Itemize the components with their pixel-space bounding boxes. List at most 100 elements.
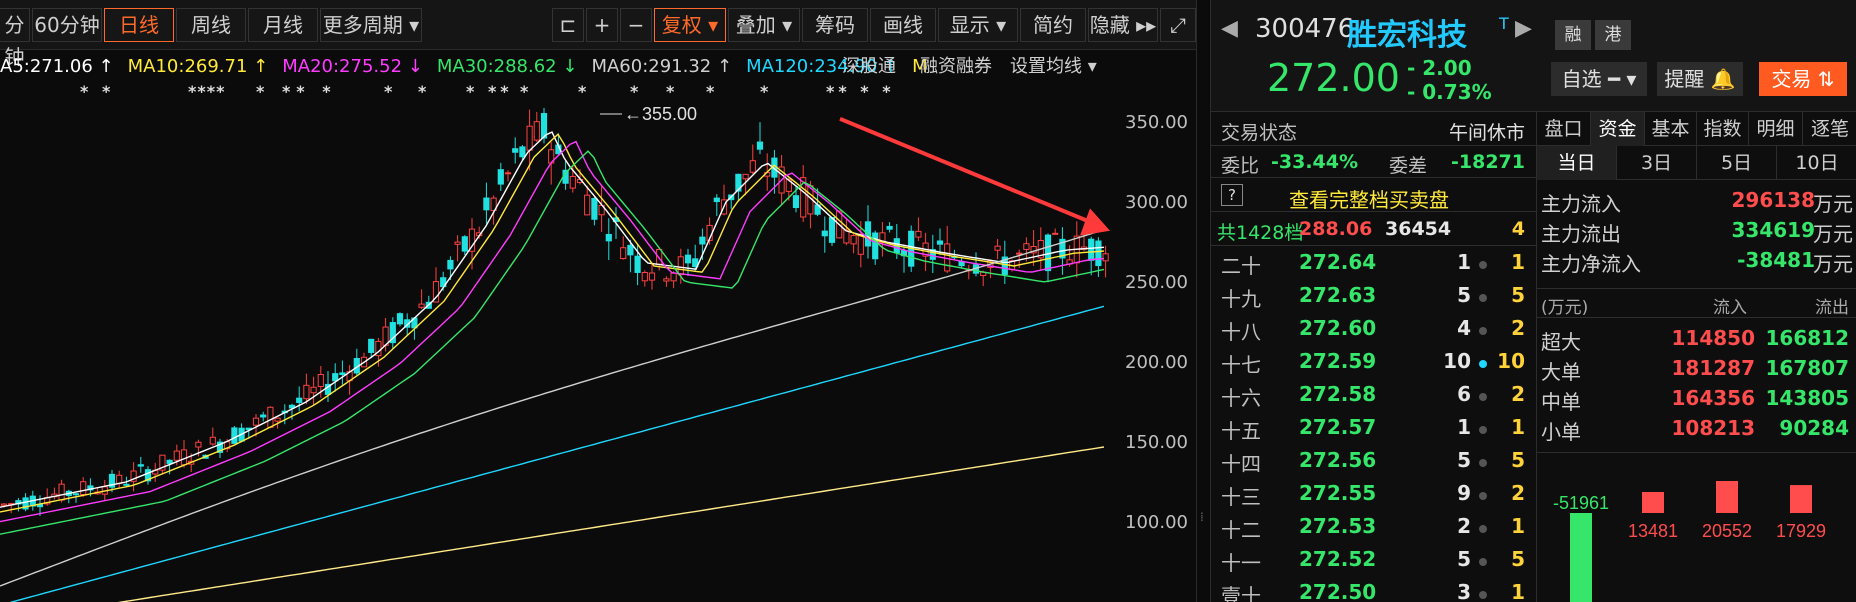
candle-body[interactable] (252, 417, 260, 426)
candle-body[interactable] (519, 146, 526, 158)
chips-button[interactable]: 筹码 (802, 8, 868, 42)
watchlist-button[interactable]: 自选 ━ ▾ (1551, 62, 1647, 96)
tab-index[interactable]: 指数 (1697, 112, 1749, 146)
candle-body[interactable] (1023, 243, 1030, 250)
candle-body[interactable] (756, 141, 764, 150)
candle-body[interactable] (792, 195, 800, 209)
ask-level-row[interactable]: 十九 272.63 5 5 (1211, 283, 1537, 316)
overlay-dropdown[interactable]: 叠加 ▾ (728, 8, 800, 42)
candle-body[interactable] (447, 259, 454, 270)
candle-body[interactable] (483, 197, 490, 211)
simple-mode-button[interactable]: 简约 (1020, 8, 1086, 42)
candle-body[interactable] (872, 232, 879, 260)
tab-capital[interactable]: 资金 (1591, 112, 1645, 146)
candle-body[interactable] (915, 230, 922, 238)
candle-body[interactable] (173, 450, 180, 461)
candle-body[interactable] (684, 254, 692, 264)
ask-level-row[interactable]: 十三 272.55 9 2 (1211, 481, 1537, 514)
lock-icon[interactable]: ⊏ (552, 8, 584, 42)
candle-body[interactable] (116, 474, 123, 484)
candle-body[interactable] (1016, 252, 1023, 255)
candle-body[interactable] (944, 243, 951, 272)
splitter-grip-icon[interactable]: ⁞ (1200, 510, 1204, 524)
candle-body[interactable] (497, 169, 504, 185)
tab-5days[interactable]: 5日 (1697, 146, 1777, 180)
trade-button[interactable]: 交易 ⇅ (1759, 62, 1847, 96)
candle-body[interactable] (512, 148, 519, 153)
candle-body[interactable] (1102, 253, 1109, 262)
candle-body[interactable] (80, 481, 87, 496)
next-stock-icon[interactable]: ▶ (1515, 16, 1532, 41)
zoom-out-icon[interactable]: − (620, 8, 652, 42)
period-60min-tab[interactable]: 60分钟 (32, 8, 102, 42)
candle-body[interactable] (231, 427, 238, 444)
help-icon[interactable]: ? (1221, 184, 1243, 206)
period-month-tab[interactable]: 月线 (248, 8, 318, 42)
candle-body[interactable] (857, 233, 864, 255)
kline-chart-pane[interactable]: 分钟 60分钟 日线 周线 月线 更多周期 ▾ ⊏ + − 复权 ▾ 叠加 ▾ … (0, 0, 1208, 602)
pane-splitter[interactable]: ⁞ (1196, 0, 1208, 602)
candle-body[interactable] (310, 386, 317, 394)
margin-trading-tab[interactable]: 融资融券 (920, 50, 992, 84)
candle-body[interactable] (195, 441, 202, 448)
candle-body[interactable] (339, 372, 346, 375)
adjust-dropdown[interactable]: 复权 ▾ (654, 8, 726, 42)
ma-settings-dropdown[interactable]: 设置均线 ▾ (1010, 50, 1097, 84)
candle-body[interactable] (663, 278, 670, 282)
candle-body[interactable] (641, 272, 648, 282)
ask-level-row[interactable]: 十一 272.52 5 5 (1211, 547, 1537, 580)
candle-body[interactable] (994, 245, 1001, 251)
ask-level-row[interactable]: 十八 272.60 4 2 (1211, 316, 1537, 349)
kline-canvas[interactable]: ←355.00 (0, 98, 1110, 602)
candle-body[interactable] (267, 406, 274, 428)
candle-body[interactable] (713, 197, 720, 203)
tab-3days[interactable]: 3日 (1617, 146, 1697, 180)
fullscreen-icon[interactable]: ⤢ (1160, 8, 1196, 42)
period-day-tab[interactable]: 日线 (104, 8, 174, 42)
ask-level-row[interactable]: 二十 272.64 1 1 (1211, 250, 1537, 283)
candle-body[interactable] (634, 255, 641, 273)
draw-line-button[interactable]: 画线 (870, 8, 936, 42)
display-dropdown[interactable]: 显示 ▾ (938, 8, 1018, 42)
trend-arrow-head[interactable] (1080, 208, 1110, 236)
full-book-row[interactable]: ? 查看完整档买卖盘 (1211, 178, 1537, 212)
candle-body[interactable] (605, 233, 612, 242)
candle-body[interactable] (742, 173, 749, 180)
tab-details[interactable]: 明细 (1749, 112, 1803, 146)
candle-body[interactable] (368, 338, 375, 353)
candle-body[interactable] (0, 503, 8, 506)
candle-body[interactable] (699, 236, 706, 245)
hide-panel-button[interactable]: 隐藏 ▸▸ (1088, 8, 1158, 42)
candle-body[interactable] (677, 256, 684, 276)
candle-body[interactable] (58, 483, 65, 501)
candle-body[interactable] (850, 235, 857, 245)
ask-level-row[interactable]: 十二 272.53 2 1 (1211, 514, 1537, 547)
candle-body[interactable] (332, 373, 339, 382)
tab-basic[interactable]: 基本 (1645, 112, 1697, 146)
candle-body[interactable] (620, 247, 627, 260)
ask-level-row[interactable]: 十六 272.58 6 2 (1211, 382, 1537, 415)
candle-body[interactable] (274, 417, 281, 422)
candle-body[interactable] (821, 230, 828, 237)
ask-level-row[interactable]: 十五 272.57 1 1 (1211, 415, 1537, 448)
candle-body[interactable] (504, 172, 512, 175)
candle-body[interactable] (584, 194, 591, 216)
candle-body[interactable] (418, 303, 425, 308)
ask-level-row[interactable]: 十七 272.59 10 10 (1211, 349, 1537, 382)
candle-body[interactable] (1088, 238, 1095, 261)
candle-body[interactable] (296, 397, 303, 403)
tab-today[interactable]: 当日 (1537, 146, 1617, 180)
candle-body[interactable] (886, 225, 893, 230)
full-book-link[interactable]: 查看完整档买卖盘 (1289, 184, 1449, 213)
period-minute-tab[interactable]: 分钟 (0, 8, 30, 69)
candle-body[interactable] (526, 125, 533, 151)
tab-handicap[interactable]: 盘口 (1537, 112, 1591, 146)
more-periods-dropdown[interactable]: 更多周期 ▾ (320, 8, 422, 42)
candle-body[interactable] (166, 459, 173, 464)
candle-body[interactable] (123, 483, 130, 486)
hk-connect-tab[interactable]: 深股通 (842, 50, 896, 84)
candle-body[interactable] (569, 175, 576, 189)
candle-body[interactable] (317, 374, 324, 388)
candle-body[interactable] (461, 236, 468, 252)
alert-button[interactable]: 提醒 🔔 (1657, 62, 1743, 96)
